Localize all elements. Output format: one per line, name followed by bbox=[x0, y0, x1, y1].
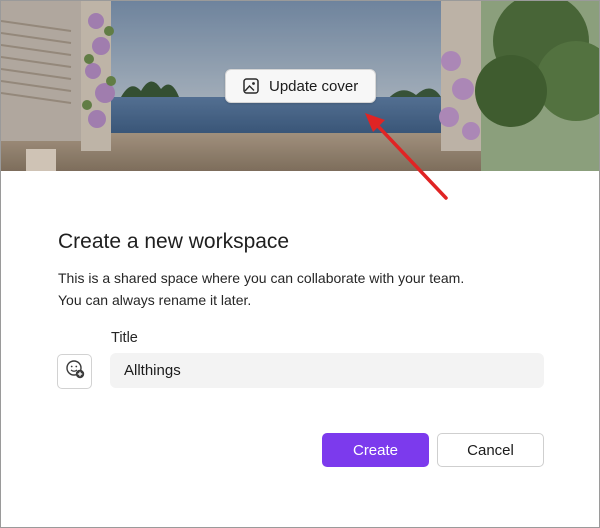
cancel-button[interactable]: Cancel bbox=[437, 433, 544, 467]
description-line-2: You can always rename it later. bbox=[58, 292, 252, 308]
emoji-add-icon bbox=[65, 359, 85, 384]
create-button[interactable]: Create bbox=[322, 433, 429, 467]
title-input[interactable] bbox=[110, 353, 544, 388]
dialog-title: Create a new workspace bbox=[58, 230, 290, 253]
image-icon bbox=[242, 77, 260, 95]
cover-image: Update cover bbox=[1, 1, 599, 171]
title-label: Title bbox=[111, 330, 138, 346]
update-cover-label: Update cover bbox=[269, 77, 359, 95]
emoji-picker-button[interactable] bbox=[57, 354, 92, 389]
dialog-description: This is a shared space where you can col… bbox=[58, 267, 464, 311]
create-workspace-dialog: Update cover Create a new workspace This… bbox=[0, 0, 600, 528]
description-line-1: This is a shared space where you can col… bbox=[58, 270, 465, 286]
update-cover-button[interactable]: Update cover bbox=[225, 69, 376, 103]
